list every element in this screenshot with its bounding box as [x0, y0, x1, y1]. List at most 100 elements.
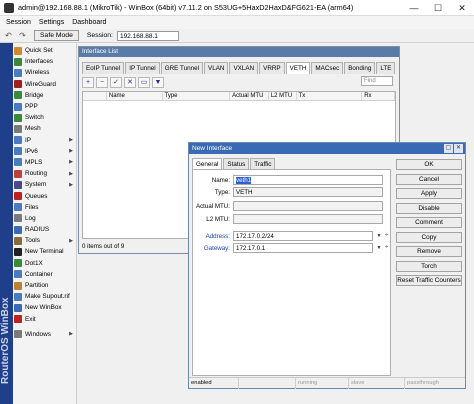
sidebar-item-dot1x[interactable]: Dot1X — [13, 258, 76, 269]
cancel-button[interactable]: Cancel — [396, 173, 462, 185]
reset-traffic-counters-button[interactable]: Reset Traffic Counters — [396, 275, 462, 286]
actual-mtu-row: Actual MTU: — [193, 201, 392, 211]
address-add-icon[interactable]: ÷ — [385, 233, 388, 239]
sidebar-item-bridge[interactable]: Bridge — [13, 90, 76, 101]
interface-list-title: Interface List — [79, 47, 399, 57]
exit-icon — [14, 315, 22, 324]
sidebar-item-exit[interactable]: Exit — [13, 314, 76, 325]
disable-icon[interactable]: ✕ — [124, 76, 136, 88]
menu-session[interactable]: Session — [6, 19, 31, 26]
sidebar-item-files[interactable]: Files — [13, 202, 76, 213]
sidebar-item-label: Log — [25, 214, 36, 222]
minimize-button[interactable]: — — [402, 0, 426, 16]
column-header[interactable]: Type — [163, 92, 231, 100]
filter-icon[interactable]: ▼ — [152, 76, 164, 88]
comment-button[interactable]: Comment — [396, 217, 462, 228]
column-header[interactable]: Actual MTU — [230, 92, 269, 100]
switch-icon — [14, 113, 22, 122]
enable-icon[interactable]: ✓ — [110, 76, 122, 88]
sidebar-item-partition[interactable]: Partition — [13, 280, 76, 291]
tab-bonding[interactable]: Bonding — [344, 62, 376, 74]
column-header[interactable]: Name — [107, 92, 163, 100]
sidebar-item-ip[interactable]: IP ▶ — [13, 135, 76, 146]
sidebar-item-mesh[interactable]: Mesh — [13, 123, 76, 134]
sidebar-item-label: Bridge — [25, 91, 44, 99]
tab-veth[interactable]: VETH — [285, 62, 311, 74]
column-header[interactable]: Rx — [362, 92, 395, 100]
sidebar-item-wireguard[interactable]: WireGuard — [13, 79, 76, 90]
tab-vrrp[interactable]: VRRP — [259, 62, 285, 74]
remove-button[interactable]: Remove — [396, 246, 462, 257]
add-icon[interactable]: + — [82, 76, 94, 88]
files-icon — [14, 203, 22, 212]
session-field[interactable]: 192.168.88.1 — [116, 30, 179, 41]
copy-button[interactable]: Copy — [396, 231, 462, 243]
chevron-right-icon: ▶ — [69, 181, 73, 188]
sidebar-item-new-terminal[interactable]: New Terminal — [13, 246, 76, 257]
gateway-field[interactable]: 172.17.0.1 — [233, 243, 373, 253]
column-header[interactable]: Tx — [297, 92, 363, 100]
undo-icon[interactable]: ↶ — [3, 30, 14, 41]
find-input[interactable]: Find — [361, 76, 393, 86]
sidebar-item-routing[interactable]: Routing ▶ — [13, 168, 76, 179]
ok-button[interactable]: OK — [396, 159, 462, 170]
tab-status[interactable]: Status — [223, 158, 250, 169]
terminal-icon — [14, 247, 22, 256]
type-row: Type: VETH — [193, 187, 392, 197]
gateway-add-icon[interactable]: ÷ — [385, 245, 388, 251]
name-field[interactable]: veth1 — [233, 175, 383, 185]
sidebar-item-mpls[interactable]: MPLS ▶ — [13, 157, 76, 168]
address-dropdown-icon[interactable]: ▼ — [375, 231, 383, 241]
column-header[interactable] — [83, 92, 107, 100]
tab-lte[interactable]: LTE — [376, 62, 396, 74]
sidebar-item-label: Make Supout.rif — [25, 293, 70, 301]
tab-vlan[interactable]: VLAN — [204, 62, 229, 74]
gateway-dropdown-icon[interactable]: ▼ — [375, 243, 383, 253]
sidebar-item-ipv6[interactable]: IPv6 ▶ — [13, 146, 76, 157]
sidebar-item-queues[interactable]: Queues — [13, 190, 76, 201]
maximize-button[interactable]: ☐ — [426, 0, 450, 16]
sidebar-item-label: IPv6 — [25, 147, 38, 155]
torch-button[interactable]: Torch — [396, 260, 462, 272]
sidebar-item-interfaces[interactable]: Interfaces — [13, 56, 76, 67]
tab-gre-tunnel[interactable]: GRE Tunnel — [160, 62, 204, 74]
status-empty — [239, 378, 296, 389]
title-bar: admin@192.168.88.1 (MikroTik) - WinBox (… — [0, 0, 474, 16]
close-button[interactable]: ✕ — [450, 0, 474, 16]
sidebar-item-ppp[interactable]: PPP — [13, 101, 76, 112]
safe-mode-button[interactable]: Safe Mode — [34, 30, 79, 41]
tab-macsec[interactable]: MACsec — [311, 62, 344, 74]
sidebar-item-container[interactable]: Container — [13, 269, 76, 280]
dialog-close-button[interactable]: ✕ — [454, 144, 463, 153]
tab-vxlan[interactable]: VXLAN — [229, 62, 259, 74]
menu-dashboard[interactable]: Dashboard — [72, 19, 106, 26]
sidebar-item-switch[interactable]: Switch — [13, 112, 76, 123]
chevron-right-icon: ▶ — [69, 331, 73, 338]
tab-general[interactable]: General — [192, 158, 223, 169]
comment-icon[interactable]: ▭ — [138, 76, 150, 88]
tab-ip-tunnel[interactable]: IP Tunnel — [125, 62, 160, 74]
tab-traffic[interactable]: Traffic — [250, 158, 276, 169]
tab-eoip-tunnel[interactable]: EoIP Tunnel — [82, 62, 125, 74]
redo-icon[interactable]: ↷ — [17, 30, 28, 41]
sidebar-item-windows[interactable]: Windows ▶ — [13, 329, 76, 340]
sidebar-item-radius[interactable]: RADIUS — [13, 224, 76, 235]
address-field[interactable]: 172.17.0.2/24 — [233, 231, 373, 241]
apply-button[interactable]: Apply — [396, 188, 462, 199]
sidebar-item-label: Container — [25, 270, 53, 278]
sidebar-item-label: System — [25, 181, 47, 189]
remove-icon[interactable]: − — [96, 76, 108, 88]
sidebar-item-quick-set[interactable]: Quick Set — [13, 45, 76, 56]
sidebar-item-new-winbox[interactable]: New WinBox — [13, 302, 76, 313]
sidebar-item-system[interactable]: System ▶ — [13, 179, 76, 190]
menu-settings[interactable]: Settings — [39, 19, 64, 26]
sidebar-item-label: Mesh — [25, 125, 41, 133]
dialog-minimize-button[interactable]: ▢ — [444, 144, 453, 153]
sidebar-item-tools[interactable]: Tools ▶ — [13, 235, 76, 246]
sidebar-item-make-supout-rif[interactable]: Make Supout.rif — [13, 291, 76, 302]
disable-button[interactable]: Disable — [396, 202, 462, 214]
sidebar-item-log[interactable]: Log — [13, 213, 76, 224]
column-header[interactable]: L2 MTU — [269, 92, 297, 100]
sidebar-item-wireless[interactable]: Wireless — [13, 67, 76, 78]
winbox-app-icon — [4, 2, 14, 13]
